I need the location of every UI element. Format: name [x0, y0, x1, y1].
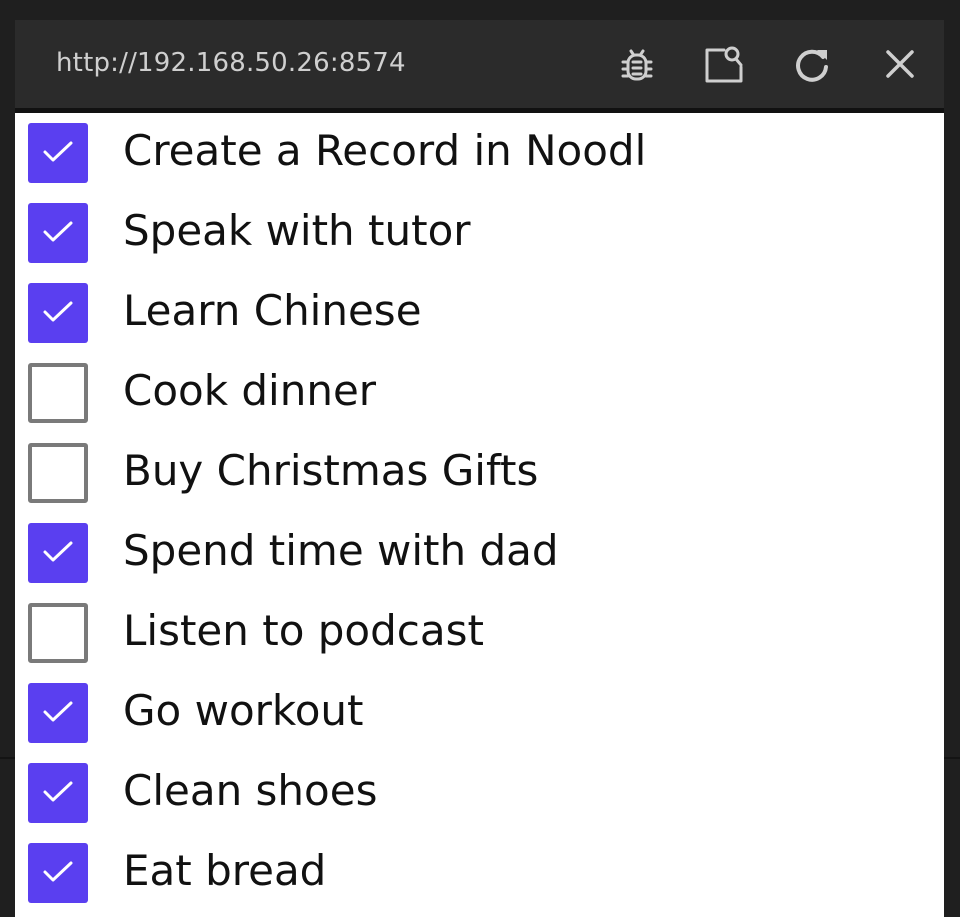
todo-item[interactable]: Create a Record in Noodl	[15, 113, 944, 193]
todo-item[interactable]: Go workout	[15, 673, 944, 753]
url-label: http://192.168.50.26:8574	[56, 48, 406, 78]
checkmark-icon	[43, 701, 73, 722]
checkmark-icon	[43, 861, 73, 882]
bug-icon	[619, 45, 655, 83]
todo-item[interactable]: Clean shoes	[15, 753, 944, 833]
todo-label: Buy Christmas Gifts	[123, 446, 539, 495]
todo-label: Listen to podcast	[123, 606, 484, 655]
title-bar: http://192.168.50.26:8574	[15, 20, 944, 113]
checkbox-checked[interactable]	[28, 123, 88, 183]
checkmark-icon	[43, 221, 73, 242]
checkbox-unchecked[interactable]	[28, 443, 88, 503]
checkmark-icon	[43, 781, 73, 802]
checkbox-checked[interactable]	[28, 203, 88, 263]
todo-item[interactable]: Eat bread	[15, 833, 944, 913]
todo-item[interactable]: Buy Christmas Gifts	[15, 433, 944, 513]
todo-item[interactable]: Listen to podcast	[15, 593, 944, 673]
todo-label: Cook dinner	[123, 366, 377, 415]
todo-item[interactable]: Cook dinner	[15, 353, 944, 433]
inspect-icon	[702, 43, 746, 85]
todo-label: Spend time with dad	[123, 526, 559, 575]
todo-label: Speak with tutor	[123, 206, 471, 255]
checkmark-icon	[43, 301, 73, 322]
checkbox-checked[interactable]	[28, 763, 88, 823]
checkmark-icon	[43, 141, 73, 162]
inspect-button[interactable]	[702, 42, 746, 86]
todo-label: Create a Record in Noodl	[123, 126, 647, 175]
close-button[interactable]	[878, 42, 922, 86]
todo-list: Create a Record in Noodl Speak with tutor…	[15, 113, 944, 913]
checkmark-icon	[43, 541, 73, 562]
todo-item[interactable]: Learn Chinese	[15, 273, 944, 353]
preview-window: http://192.168.50.26:8574 Create a Recor…	[15, 20, 944, 917]
checkbox-checked[interactable]	[28, 283, 88, 343]
todo-label: Learn Chinese	[123, 286, 422, 335]
todo-item[interactable]: Speak with tutor	[15, 193, 944, 273]
todo-label: Eat bread	[123, 846, 327, 895]
debug-button[interactable]	[615, 42, 659, 86]
reload-icon	[793, 45, 831, 83]
checkbox-unchecked[interactable]	[28, 363, 88, 423]
reload-button[interactable]	[790, 42, 834, 86]
todo-item[interactable]: Spend time with dad	[15, 513, 944, 593]
todo-label: Clean shoes	[123, 766, 378, 815]
checkbox-checked[interactable]	[28, 523, 88, 583]
checkbox-checked[interactable]	[28, 843, 88, 903]
close-icon	[884, 48, 916, 80]
checkbox-checked[interactable]	[28, 683, 88, 743]
todo-label: Go workout	[123, 686, 364, 735]
checkbox-unchecked[interactable]	[28, 603, 88, 663]
